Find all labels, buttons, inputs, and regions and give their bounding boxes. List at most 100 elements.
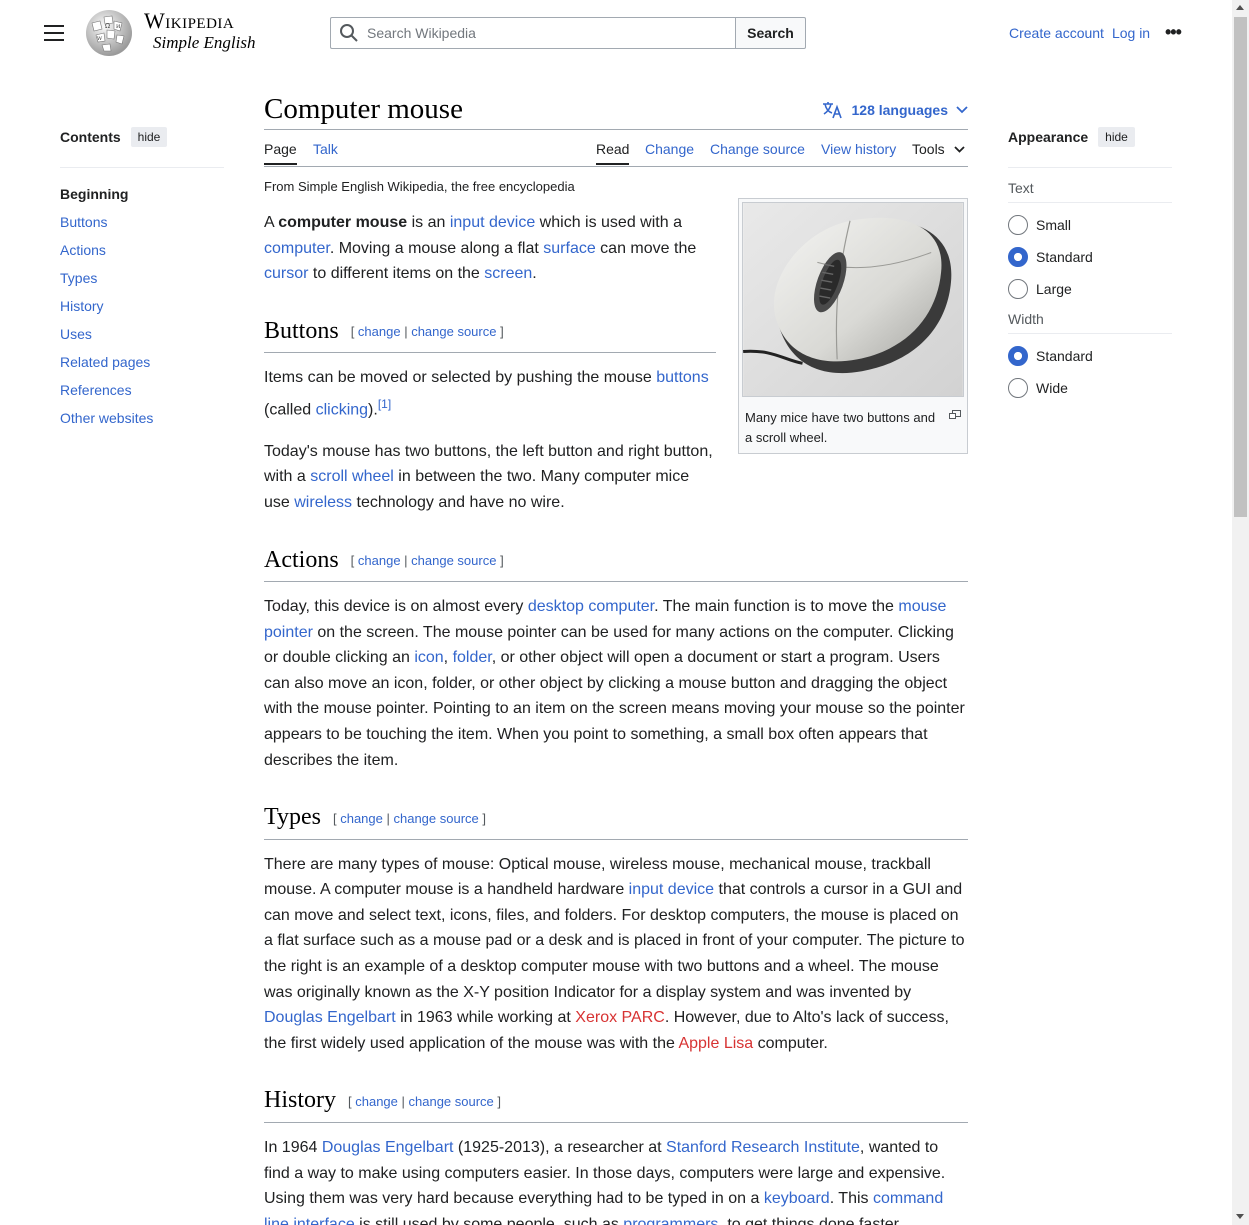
heading-text: History [264,1087,336,1114]
edit-change-source-link[interactable]: change source [411,324,496,339]
edit-change-source-link[interactable]: change source [411,553,496,568]
radio-checked-icon [1008,247,1028,267]
text-size-options: Small Standard Large [1008,209,1172,305]
section-heading-actions: Actions [ change | change source ] [264,544,968,583]
text-span: can move the [595,239,697,257]
tools-menu[interactable]: Tools [912,141,965,157]
text-span: . This [829,1190,873,1208]
edit-change-source-link[interactable]: change source [409,1094,494,1109]
text-span: is an [407,214,450,231]
buttons-paragraph-2: Today's mouse has two buttons, the left … [264,439,716,516]
tab-change-source[interactable]: Change source [710,141,805,157]
link-desktop-computer[interactable]: desktop computer [528,598,654,615]
link-folder[interactable]: folder [453,649,492,666]
tab-talk[interactable]: Talk [313,141,338,157]
radio-icon [1008,279,1028,299]
redlink-apple-lisa[interactable]: Apple Lisa [678,1035,753,1052]
toc-item-other-websites[interactable]: Other websites [60,404,224,432]
heading-text: Types [264,804,321,831]
link-screen[interactable]: screen [484,265,532,282]
link-computer[interactable]: computer [264,240,330,257]
edit-change-link[interactable]: change [340,811,383,826]
link-clicking[interactable]: clicking [316,401,368,418]
site-subtitle: From Simple English Wikipedia, the free … [264,179,575,194]
tab-read[interactable]: Read [596,141,630,165]
toc-item-types[interactable]: Types [60,264,224,292]
section-heading-history: History [ change | change source ] [264,1084,968,1123]
toc-item-references[interactable]: References [60,376,224,404]
create-account-link[interactable]: Create account [1009,25,1104,41]
history-paragraph: In 1964 Douglas Engelbart (1925-2013), a… [264,1135,968,1225]
link-programmers[interactable]: programmers [623,1216,718,1225]
text-span: (1925-2013), a researcher at [453,1138,667,1156]
toc-item-uses[interactable]: Uses [60,320,224,348]
search-button[interactable]: Search [735,17,806,49]
scroll-up-arrow-icon[interactable] [1236,5,1244,10]
text-span: (called [264,401,316,419]
svg-text:И: И [116,24,121,30]
link-buttons[interactable]: buttons [656,369,708,386]
image-caption-text: Many mice have two buttons and a scroll … [745,409,936,445]
scrollbar-thumb[interactable] [1234,17,1247,517]
section-heading-types: Types [ change | change source ] [264,801,968,840]
languages-button[interactable]: 128 languages [822,101,969,119]
width-options: Standard Wide [1008,340,1172,404]
translate-icon [822,102,842,119]
link-wireless[interactable]: wireless [294,494,352,511]
radio-icon [1008,378,1028,398]
text-span: . Moving a mouse along a flat [329,239,544,257]
width-standard[interactable]: Standard [1008,340,1172,372]
link-cursor[interactable]: cursor [264,265,308,282]
log-in-link[interactable]: Log in [1112,25,1150,41]
link-surface[interactable]: surface [543,240,595,257]
more-options-icon[interactable]: ••• [1165,23,1182,41]
appearance-title: Appearance [1008,129,1089,145]
wikipedia-globe-icon: Ω W И [86,10,132,56]
text-size-large[interactable]: Large [1008,273,1172,305]
edit-change-link[interactable]: change [358,553,401,568]
link-scroll-wheel[interactable]: scroll wheel [310,468,394,485]
scroll-down-arrow-icon[interactable] [1236,1214,1244,1219]
search-field[interactable] [330,17,735,49]
enlarge-icon[interactable] [949,409,961,419]
toc-hide-button[interactable]: hide [130,127,168,147]
tab-change[interactable]: Change [645,141,694,157]
chevron-down-icon [954,145,965,153]
redlink-xerox-parc[interactable]: Xerox PARC [575,1009,665,1026]
reference-link[interactable]: [1] [378,397,391,411]
appearance-hide-button[interactable]: hide [1098,127,1135,147]
link-keyboard[interactable]: keyboard [764,1190,830,1207]
computer-mouse-image[interactable] [742,202,964,397]
text-span: which is used with a [535,214,682,231]
link-douglas-engelbart[interactable]: Douglas Engelbart [322,1139,454,1156]
text-size-small[interactable]: Small [1008,209,1172,241]
width-wide[interactable]: Wide [1008,372,1172,404]
link-stanford-research-institute[interactable]: Stanford Research Institute [666,1139,860,1156]
link-input-device[interactable]: input device [450,214,535,231]
svg-text:Ω: Ω [105,23,110,30]
main-menu-icon[interactable] [44,25,64,41]
edit-change-link[interactable]: change [355,1094,398,1109]
tab-page[interactable]: Page [264,141,297,165]
toc-item-history[interactable]: History [60,292,224,320]
link-input-device[interactable]: input device [629,881,714,898]
text-span: , to get things done faster. [718,1215,903,1225]
edit-change-source-link[interactable]: change source [393,811,478,826]
text-span: ). [368,401,378,419]
toc-item-buttons[interactable]: Buttons [60,208,224,236]
toc-item-beginning[interactable]: Beginning [60,180,224,208]
link-icon[interactable]: icon [414,649,443,666]
intro-paragraph: A computer mouse is an input device whic… [264,210,716,287]
edit-change-link[interactable]: change [358,324,401,339]
toc-item-related-pages[interactable]: Related pages [60,348,224,376]
tab-view-history[interactable]: View history [821,141,896,157]
radio-label: Small [1036,217,1072,233]
toc-item-actions[interactable]: Actions [60,236,224,264]
link-douglas-engelbart[interactable]: Douglas Engelbart [264,1009,396,1026]
vertical-scrollbar[interactable] [1232,0,1249,1225]
toc-title: Contents [60,129,121,145]
site-logo[interactable]: Ω W И Wikipedia Simple English [84,9,274,59]
text-size-standard[interactable]: Standard [1008,241,1172,273]
search-input[interactable] [367,25,707,41]
text-span: that controls a cursor in a GUI and can … [264,881,965,1001]
